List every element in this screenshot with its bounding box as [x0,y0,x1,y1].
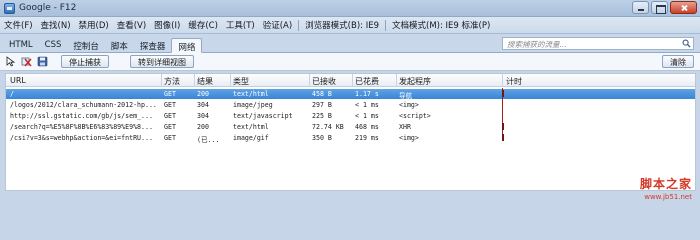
cell-result: (已... [197,136,220,144]
menu-divider [385,19,386,31]
menu-find[interactable]: 查找(N) [37,19,75,31]
go-to-detail-view-button[interactable]: 转到详细视图 [130,55,194,68]
cell-initiator: XHR [399,123,411,131]
clear-button[interactable]: 清除 [662,55,694,68]
devtools-tab-bar: HTML CSS 控制台 脚本 探查器 网络 搜索捕获的流量... [0,34,700,53]
cell-method: GET [164,112,176,120]
maximize-button[interactable] [651,1,668,14]
cell-received: 72.74 KB [312,123,344,131]
column-timings[interactable]: 计时 [506,76,522,87]
tab-html[interactable]: HTML [3,38,39,53]
cell-initiator: 导航 [399,92,413,100]
cell-url: / [10,90,14,98]
cell-taken: 1.17 s [355,90,379,98]
minimize-button[interactable] [632,1,649,14]
cell-received: 458 B [312,90,332,98]
menu-divider [298,19,300,31]
cell-method: GET [164,123,176,131]
menu-bar: 文件(F) 查找(N) 禁用(D) 查看(V) 图像(I) 缓存(C) 工具(T… [0,17,700,34]
tab-script[interactable]: 脚本 [105,38,134,53]
app-icon [4,3,15,14]
column-taken[interactable]: 已花费 [355,76,379,87]
cell-type: image/jpeg [233,101,273,109]
cell-initiator: <script> [399,112,431,120]
cell-url: /search?q=%E5%8F%8B%E6%83%89%E9%8... [10,123,153,131]
network-toolbar: 停止捕获 转到详细视图 清除 [0,53,700,71]
cell-method: GET [164,90,176,98]
menu-validate[interactable]: 验证(A) [259,19,296,31]
cell-method: GET [164,134,176,142]
column-result[interactable]: 结果 [197,76,213,87]
table-row[interactable]: /csi?v=3&s=webhp&action=&ei=fntRU... GET… [6,133,695,144]
column-received[interactable]: 已接收 [312,76,336,87]
cell-received: 297 B [312,101,332,109]
cell-method: GET [164,101,176,109]
table-row[interactable]: / GET 200 text/html 458 B 1.17 s 导航 [6,89,695,100]
cell-taken: < 1 ms [355,112,379,120]
tab-css[interactable]: CSS [39,38,68,53]
cell-taken: < 1 ms [355,101,379,109]
table-row[interactable]: /search?q=%E5%8F%8B%E6%83%89%E9%8... GET… [6,122,695,132]
cell-received: 225 B [312,112,332,120]
cell-result: 200 [197,90,209,98]
cell-url: /logos/2012/clara_schumann-2012-hp... [10,101,157,109]
menu-images[interactable]: 图像(I) [150,19,184,31]
cell-taken: 219 ms [355,134,379,142]
watermark-url: www.jb51.net [644,193,692,201]
timing-bar [502,134,504,141]
cell-initiator: <img> [399,134,419,142]
menu-browser-mode[interactable]: 浏览器模式(B): IE9 [301,19,383,31]
column-initiator[interactable]: 发起程序 [399,76,431,87]
cell-url: /csi?v=3&s=webhp&action=&ei=fntRU... [10,134,153,142]
cell-result: 304 [197,112,209,120]
search-input[interactable]: 搜索捕获的流量... [502,37,694,50]
menu-file[interactable]: 文件(F) [0,19,37,31]
table-header: URL 方法 结果 类型 已接收 已花费 发起程序 计时 [6,74,695,87]
close-button[interactable] [670,1,697,14]
network-traffic-table: URL 方法 结果 类型 已接收 已花费 发起程序 计时 / GET 200 t… [5,73,696,191]
cell-result: 304 [197,101,209,109]
cell-type: text/html [233,123,269,131]
cell-result: 200 [197,123,209,131]
cell-type: text/html [233,90,269,98]
tab-network[interactable]: 网络 [171,38,203,53]
window-title: Google - F12 [19,3,77,13]
search-placeholder: 搜索捕获的流量... [507,40,567,49]
stop-capture-button[interactable]: 停止捕获 [61,55,109,68]
column-url[interactable]: URL [10,76,26,85]
title-bar: Google - F12 [0,0,700,17]
tab-profiler[interactable]: 探查器 [134,38,172,53]
column-method[interactable]: 方法 [164,76,180,87]
menu-cache[interactable]: 缓存(C) [184,19,222,31]
cell-initiator: <img> [399,101,419,109]
cell-type: text/javascript [233,112,293,120]
watermark-logo: 脚本之家 [639,177,692,191]
timing-bar [502,123,504,130]
table-row[interactable]: /logos/2012/clara_schumann-2012-hp... GE… [6,100,695,110]
cell-type: image/gif [233,134,269,142]
cell-url: http://ssl.gstatic.com/gb/js/sem_... [10,112,153,120]
menu-disable[interactable]: 禁用(D) [75,19,113,31]
save-icon[interactable] [37,56,48,67]
timing-bar [502,90,504,97]
cell-received: 350 B [312,134,332,142]
menu-document-mode[interactable]: 文档模式(M): IE9 标准(P) [388,19,494,31]
column-type[interactable]: 类型 [233,76,249,87]
search-icon[interactable] [682,39,691,48]
select-element-icon[interactable] [5,56,16,67]
table-row[interactable]: http://ssl.gstatic.com/gb/js/sem_... GET… [6,111,695,121]
menu-tools[interactable]: 工具(T) [222,19,259,31]
tab-console[interactable]: 控制台 [67,38,105,53]
clear-cache-icon[interactable] [21,56,32,67]
menu-view[interactable]: 查看(V) [113,19,150,31]
cell-taken: 468 ms [355,123,379,131]
